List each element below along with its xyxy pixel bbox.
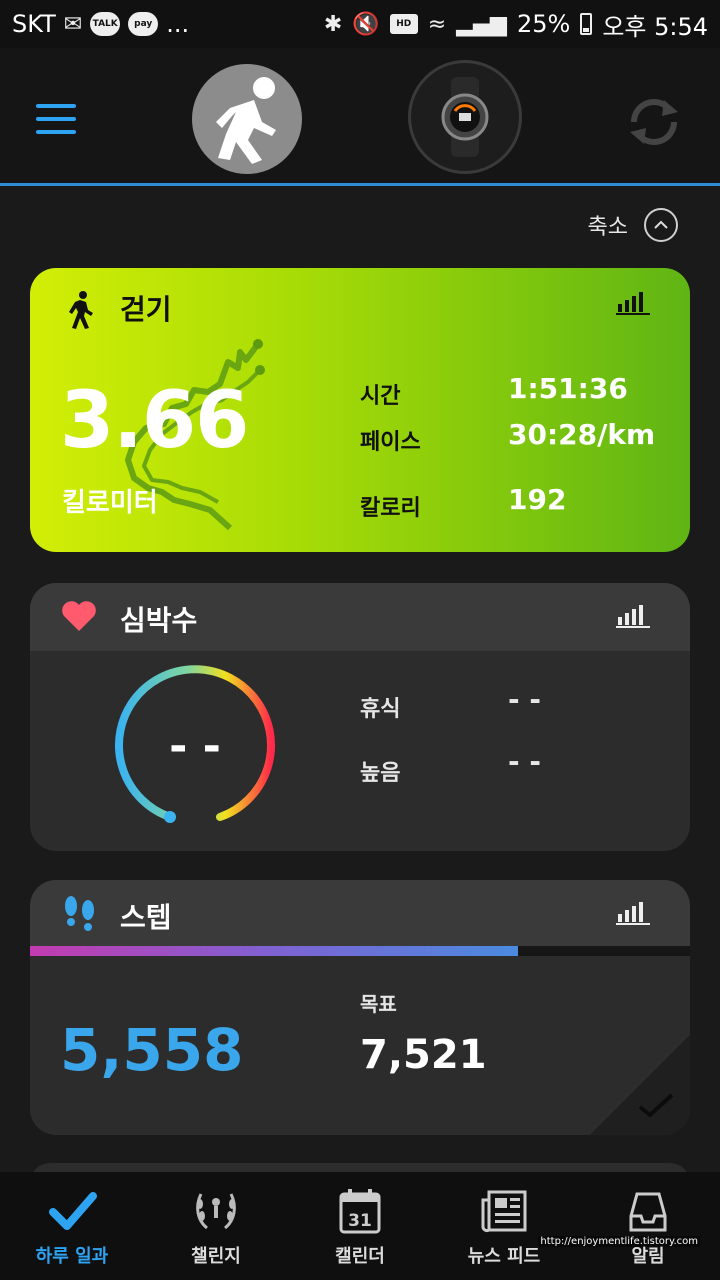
battery-percent: 25% (516, 10, 571, 38)
progress-fill (30, 946, 518, 956)
heart-rate-card[interactable]: 심박수 - - 휴식 - - 높음 - - (30, 583, 690, 851)
newspaper-icon (481, 1190, 527, 1233)
calendar-day: 31 (348, 1211, 372, 1231)
nav-my-day[interactable]: 하루 일과 (0, 1172, 144, 1280)
nav-label: 챌린지 (191, 1246, 241, 1267)
collapse-label: 축소 (587, 215, 628, 240)
goal-value: 7,521 (360, 1032, 487, 1078)
walking-activity-card[interactable]: 걷기 3.66 킬로미터 시간 1:51:36 페이스 30:28/km 칼로리… (30, 268, 690, 552)
steps-value: 5,558 (60, 1016, 244, 1084)
walking-icon (69, 291, 93, 329)
status-bar: SKT ✉ TALK pay ... ✱ 🔇 HD ≈ ▂▄▆ 25% 오후 5… (0, 0, 720, 48)
steps-card[interactable]: 스텝 5,558 목표 7,521 (30, 880, 690, 1135)
pace-label: 페이스 (360, 430, 421, 455)
card-title: 스텝 (120, 901, 172, 934)
nav-notifications[interactable]: 알림 (576, 1172, 720, 1280)
nav-label: 캘린더 (335, 1246, 385, 1267)
bar-chart-icon[interactable] (616, 290, 650, 316)
resting-label: 휴식 (360, 697, 401, 722)
time-label: 시간 (360, 384, 401, 409)
step-goal-progress (30, 946, 690, 956)
high-label: 높음 (360, 761, 401, 786)
wifi-icon: ≈ (427, 11, 447, 37)
nav-label: 하루 일과 (35, 1246, 109, 1267)
kakaopay-icon: pay (128, 12, 159, 36)
goal-label: 목표 (360, 992, 397, 1016)
chevron-up-icon (644, 208, 678, 242)
nav-challenges[interactable]: 챌린지 (144, 1172, 288, 1280)
footprints-icon (65, 896, 94, 931)
watermark: http://enjoymentlife.tistory.com (538, 1236, 700, 1247)
sync-icon[interactable] (624, 92, 684, 152)
pace-value: 30:28/km (508, 418, 656, 451)
check-icon (49, 1192, 97, 1230)
message-icon: ✉ (63, 11, 83, 37)
bluetooth-icon: ✱ (323, 11, 343, 37)
mute-icon: 🔇 (352, 11, 380, 37)
hd-voice-icon: HD (389, 14, 418, 34)
bottom-nav: 하루 일과 챌린지 31 캘린더 뉴스 피드 알림 (0, 1172, 720, 1280)
bar-chart-icon[interactable] (616, 603, 650, 629)
clock: 오후 5:54 (602, 12, 708, 41)
card-title: 심박수 (120, 604, 198, 637)
kakaotalk-icon: TALK (90, 12, 121, 36)
calories-label: 칼로리 (360, 496, 421, 521)
card-title: 걷기 (120, 293, 172, 326)
check-icon (638, 1093, 674, 1118)
signal-icon: ▂▄▆ (456, 11, 507, 37)
heart-icon (62, 601, 96, 631)
calendar-icon: 31 (339, 1189, 381, 1234)
carrier-label: SKT (12, 10, 56, 38)
watch-icon (441, 77, 489, 157)
calories-value: 192 (508, 483, 567, 516)
profile-avatar[interactable] (192, 64, 302, 174)
app-header (0, 48, 720, 186)
resting-value: - - (508, 683, 541, 716)
nav-news-feed[interactable]: 뉴스 피드 (432, 1172, 576, 1280)
device-watch-button[interactable] (408, 60, 522, 174)
laurel-icon (196, 1193, 236, 1230)
collapse-toggle[interactable]: 축소 (588, 208, 678, 242)
hamburger-icon[interactable] (36, 104, 76, 134)
inbox-icon (629, 1192, 667, 1232)
current-heart-rate: - - (169, 721, 221, 772)
runner-icon (216, 77, 276, 164)
high-value: - - (508, 745, 541, 778)
more-notifications-icon: ... (166, 10, 190, 38)
time-value: 1:51:36 (508, 372, 628, 405)
distance-unit: 킬로미터 (62, 488, 158, 518)
distance-value: 3.66 (60, 376, 249, 466)
bar-chart-icon[interactable] (616, 900, 650, 926)
nav-calendar[interactable]: 31 캘린더 (288, 1172, 432, 1280)
nav-label: 뉴스 피드 (467, 1246, 541, 1267)
battery-icon (580, 13, 593, 35)
